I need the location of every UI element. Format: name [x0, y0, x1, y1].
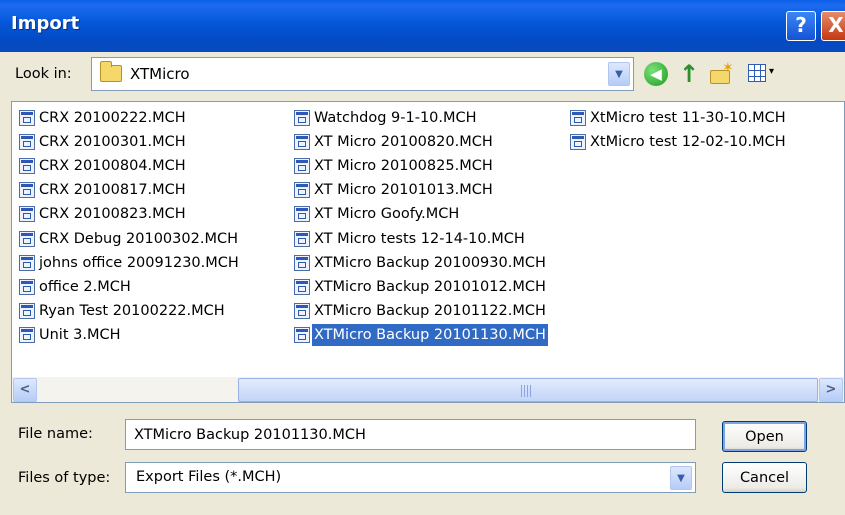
views-grid-icon [748, 64, 766, 82]
file-name-label: File name: [18, 426, 93, 442]
scroll-thumb[interactable] [238, 378, 818, 402]
close-button[interactable]: X [821, 11, 845, 41]
file-name: XT Micro tests 12-14-10.MCH [314, 230, 525, 247]
file-icon [19, 182, 35, 199]
file-icon [294, 182, 310, 199]
open-button[interactable]: Open [722, 421, 807, 452]
new-folder-icon-sparkle: ✶ [722, 60, 734, 76]
scroll-grip [521, 385, 531, 397]
look-in-dropdown[interactable]: XTMicro ▼ [91, 57, 634, 91]
chevron-down-icon[interactable]: ▼ [670, 466, 692, 490]
help-button[interactable]: ? [786, 11, 816, 41]
scroll-right-button[interactable]: > [819, 378, 843, 402]
file-name: XtMicro test 11-30-10.MCH [590, 110, 786, 126]
file-name: XT Micro Goofy.MCH [314, 206, 460, 223]
file-type-value: Export Files (*.MCH) [136, 469, 282, 485]
file-name: XTMicro Backup 20100930.MCH [314, 254, 546, 271]
back-icon[interactable]: ◀ [644, 62, 668, 86]
file-icon [19, 134, 35, 151]
file-name-input[interactable] [125, 419, 696, 450]
file-name: CRX 20100823.MCH [39, 206, 186, 223]
file-icon [570, 134, 586, 151]
file-name: CRX 20100804.MCH [39, 158, 186, 175]
file-name: CRX Debug 20100302.MCH [39, 230, 238, 247]
file-icon [294, 326, 310, 343]
file-icon [294, 158, 310, 175]
file-icon [19, 278, 35, 295]
file-type-label: Files of type: [18, 470, 111, 486]
file-icon [294, 254, 310, 271]
file-name: Unit 3.MCH [39, 326, 121, 343]
file-name: johns office 20091230.MCH [39, 254, 239, 271]
chevron-down-icon[interactable]: ▼ [608, 62, 630, 86]
window-title: Import [11, 13, 80, 34]
new-folder-icon[interactable]: ✶ [710, 60, 736, 86]
file-icon [19, 158, 35, 175]
file-type-dropdown[interactable]: Export Files (*.MCH) ▼ [125, 462, 696, 493]
file-name: XT Micro 20100820.MCH [314, 134, 493, 151]
file-name: XT Micro 20101013.MCH [314, 182, 493, 199]
horizontal-scrollbar[interactable]: < > [12, 377, 844, 402]
file-icon [294, 206, 310, 223]
title-bar[interactable]: Import ? X [0, 0, 845, 52]
look-in-label: Look in: [15, 66, 72, 82]
file-name: XTMicro Backup 20101122.MCH [314, 302, 546, 319]
file-name: office 2.MCH [39, 278, 131, 295]
file-name: XTMicro Backup 20101012.MCH [314, 278, 546, 295]
file-icon [19, 326, 35, 343]
file-icon [294, 278, 310, 295]
file-name: XT Micro 20100825.MCH [314, 158, 493, 175]
file-name: Watchdog 9-1-10.MCH [314, 110, 477, 126]
cancel-button[interactable]: Cancel [722, 462, 807, 493]
file-name: CRX 20100222.MCH [39, 110, 186, 126]
look-in-value: XTMicro [130, 65, 190, 83]
file-name: Ryan Test 20100222.MCH [39, 302, 225, 319]
file-name: CRX 20100817.MCH [39, 182, 186, 199]
file-list[interactable]: CRX 20100222.MCH CRX 20100301.MCH CRX 2010… [11, 101, 845, 403]
scroll-left-button[interactable]: < [13, 378, 37, 402]
views-caret-icon: ▾ [769, 66, 775, 77]
up-folder-icon[interactable]: ↑ [676, 60, 702, 88]
folder-icon [100, 61, 122, 82]
file-icon [19, 110, 35, 126]
file-icon [19, 230, 35, 247]
file-icon [294, 230, 310, 247]
file-icon [570, 110, 586, 126]
file-name: XtMicro test 12-02-10.MCH [590, 134, 786, 151]
file-icon [294, 134, 310, 151]
file-icon [19, 302, 35, 319]
views-menu-icon[interactable]: ▾ [748, 62, 784, 86]
file-icon [294, 110, 310, 126]
file-icon [294, 302, 310, 319]
file-icon [19, 254, 35, 271]
file-name: XTMicro Backup 20101130.MCH [312, 323, 548, 346]
file-name: CRX 20100301.MCH [39, 134, 186, 151]
file-icon [19, 206, 35, 223]
